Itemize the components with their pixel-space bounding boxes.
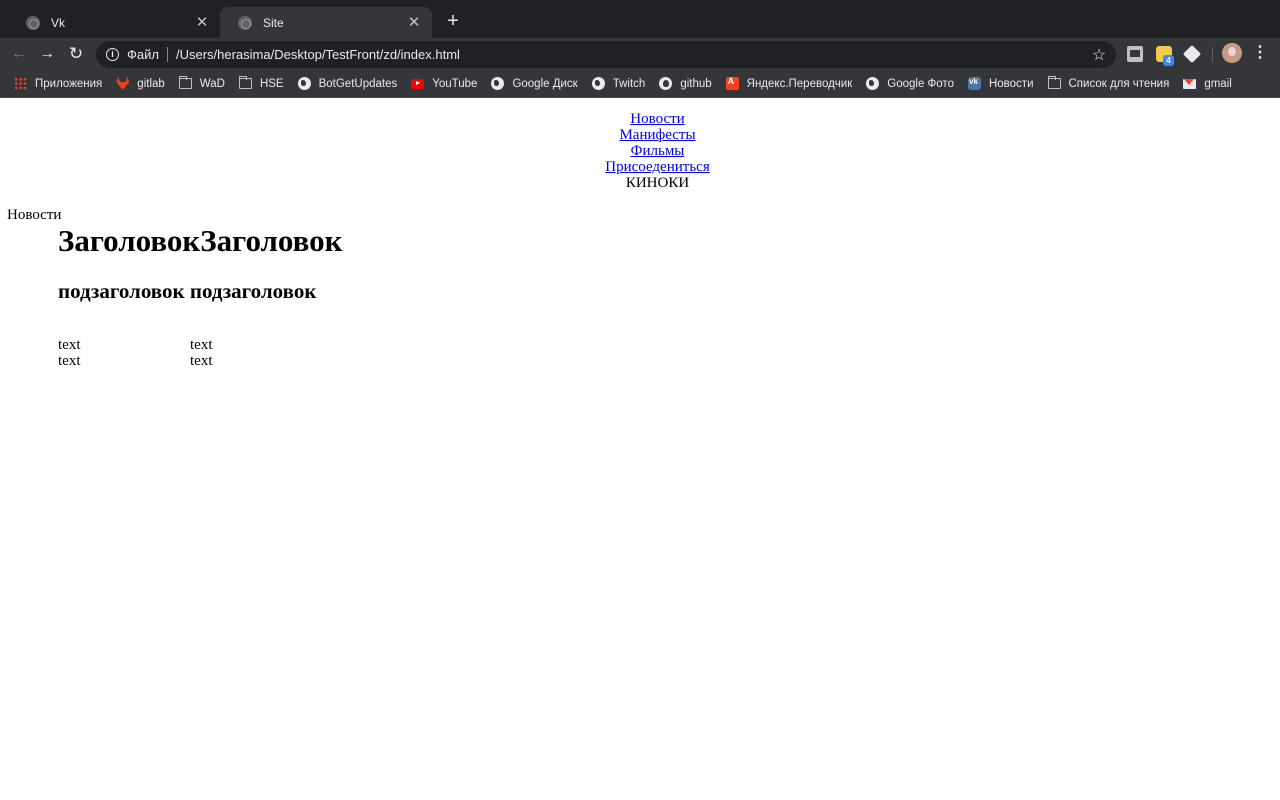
globe-icon — [866, 77, 880, 90]
bookmark-star-icon[interactable]: ☆ — [1088, 45, 1110, 65]
vk-icon — [967, 77, 981, 90]
close-icon[interactable]: ✕ — [194, 14, 210, 31]
close-icon[interactable]: ✕ — [406, 14, 422, 31]
table-cell: text — [58, 337, 81, 353]
bookmark-label: WaD — [199, 77, 225, 90]
globe-icon — [297, 77, 311, 90]
nav-link-films[interactable]: Фильмы — [0, 143, 1280, 159]
globe-icon — [26, 15, 40, 30]
bookmark-label: HSE — [259, 77, 284, 90]
divider — [166, 47, 168, 62]
bookmark-label: Яндекс.Переводчик — [746, 77, 853, 90]
table-row: text text — [58, 337, 322, 353]
translate-icon — [725, 76, 739, 90]
table-cell: text — [58, 353, 81, 369]
info-icon[interactable]: i — [106, 48, 119, 61]
reload-icon[interactable]: ↻ — [64, 42, 88, 66]
tab-title: Vk — [51, 15, 66, 30]
bookmark-hse[interactable]: HSE — [238, 76, 284, 90]
divider — [1212, 47, 1213, 62]
bookmark-label: Google Диск — [512, 77, 578, 90]
page-viewport: Новости Манифесты Фильмы Присоедениться … — [0, 99, 1280, 800]
globe-icon — [491, 77, 505, 90]
nav-link-manifestos[interactable]: Манифесты — [0, 127, 1280, 143]
avatar[interactable] — [1222, 43, 1242, 63]
bookmark-apps[interactable]: Приложения — [14, 77, 102, 90]
bookmark-yandex-translate[interactable]: Яндекс.Переводчик — [725, 76, 853, 90]
bookmark-google-photos[interactable]: Google Фото — [866, 77, 954, 90]
bookmark-twitch[interactable]: Twitch — [591, 77, 646, 90]
bookmark-youtube[interactable]: YouTube — [411, 78, 477, 90]
globe-icon — [591, 77, 605, 90]
menu-icon[interactable]: ⋮ — [1252, 43, 1268, 63]
section-label: Новости — [7, 207, 62, 223]
url-text[interactable]: /Users/herasima/Desktop/TestFront/zd/ind… — [176, 47, 1088, 62]
bookmark-label: Google Фото — [887, 77, 954, 90]
nav-link-join[interactable]: Присоедениться — [0, 159, 1280, 175]
github-icon — [659, 77, 673, 90]
site-nav: Новости Манифесты Фильмы Присоедениться … — [0, 111, 1280, 191]
bookmarks-bar: Приложения gitlab WaD HSE BotGetUpdates … — [0, 70, 1280, 98]
bookmark-label: YouTube — [432, 77, 478, 90]
new-tab-button[interactable]: + — [443, 11, 463, 31]
bookmark-label: Новости — [988, 77, 1034, 90]
back-arrow-icon[interactable]: ← — [7, 42, 31, 66]
folder-icon — [178, 76, 192, 89]
folder-icon — [1047, 76, 1061, 89]
extension-cube-icon[interactable] — [1182, 44, 1202, 64]
bookmark-gitlab[interactable]: gitlab — [116, 77, 165, 90]
folder-icon — [238, 76, 252, 89]
gitlab-icon — [116, 77, 130, 90]
extension-badge: 4 — [1163, 55, 1174, 66]
bookmark-google-drive[interactable]: Google Диск — [491, 77, 578, 90]
bookmark-label: gitlab — [137, 77, 165, 90]
extension-icon[interactable]: 4 — [1156, 46, 1174, 66]
extension-icon[interactable] — [1127, 46, 1143, 62]
browser-toolbar: ← → ↻ i Файл /Users/herasima/Desktop/Tes… — [0, 38, 1280, 70]
site-brand: КИНОКИ — [625, 175, 690, 191]
gmail-icon — [1183, 78, 1197, 89]
tab-site[interactable]: Site ✕ — [220, 7, 432, 38]
bookmark-reading-list[interactable]: Список для чтения — [1047, 76, 1170, 90]
scheme-label: Файл — [127, 47, 159, 62]
youtube-icon — [411, 78, 425, 89]
bookmark-label: Приложения — [35, 77, 103, 90]
forward-arrow-icon[interactable]: → — [35, 42, 59, 66]
table-cell: text — [190, 353, 213, 369]
text-table: text text text text — [58, 337, 322, 369]
tab-vk[interactable]: Vk ✕ — [8, 7, 220, 38]
table-cell: text — [190, 337, 213, 353]
bookmark-label: BotGetUpdates — [318, 77, 398, 90]
table-row: text text — [58, 353, 322, 369]
tab-strip: Vk ✕ Site ✕ + — [0, 0, 1280, 38]
bookmark-botgetupdates[interactable]: BotGetUpdates — [297, 77, 398, 90]
globe-icon — [238, 15, 252, 30]
bookmark-github[interactable]: github — [659, 77, 712, 90]
bookmark-label: github — [680, 77, 712, 90]
address-bar[interactable]: i Файл /Users/herasima/Desktop/TestFront… — [96, 41, 1116, 68]
apps-icon — [14, 77, 27, 90]
nav-link-news[interactable]: Новости — [0, 111, 1280, 127]
bookmark-gmail[interactable]: gmail — [1183, 77, 1232, 90]
page-title: ЗаголовокЗаголовок — [58, 223, 343, 258]
bookmark-label: Список для чтения — [1068, 77, 1170, 90]
bookmark-wad[interactable]: WaD — [178, 76, 225, 90]
tab-title: Site — [263, 15, 284, 30]
bookmark-label: Twitch — [612, 77, 646, 90]
page-subtitle: подзаголовок подзаголовок — [58, 279, 317, 303]
bookmark-label: gmail — [1204, 77, 1232, 90]
bookmark-vk-news[interactable]: Новости — [967, 77, 1034, 90]
